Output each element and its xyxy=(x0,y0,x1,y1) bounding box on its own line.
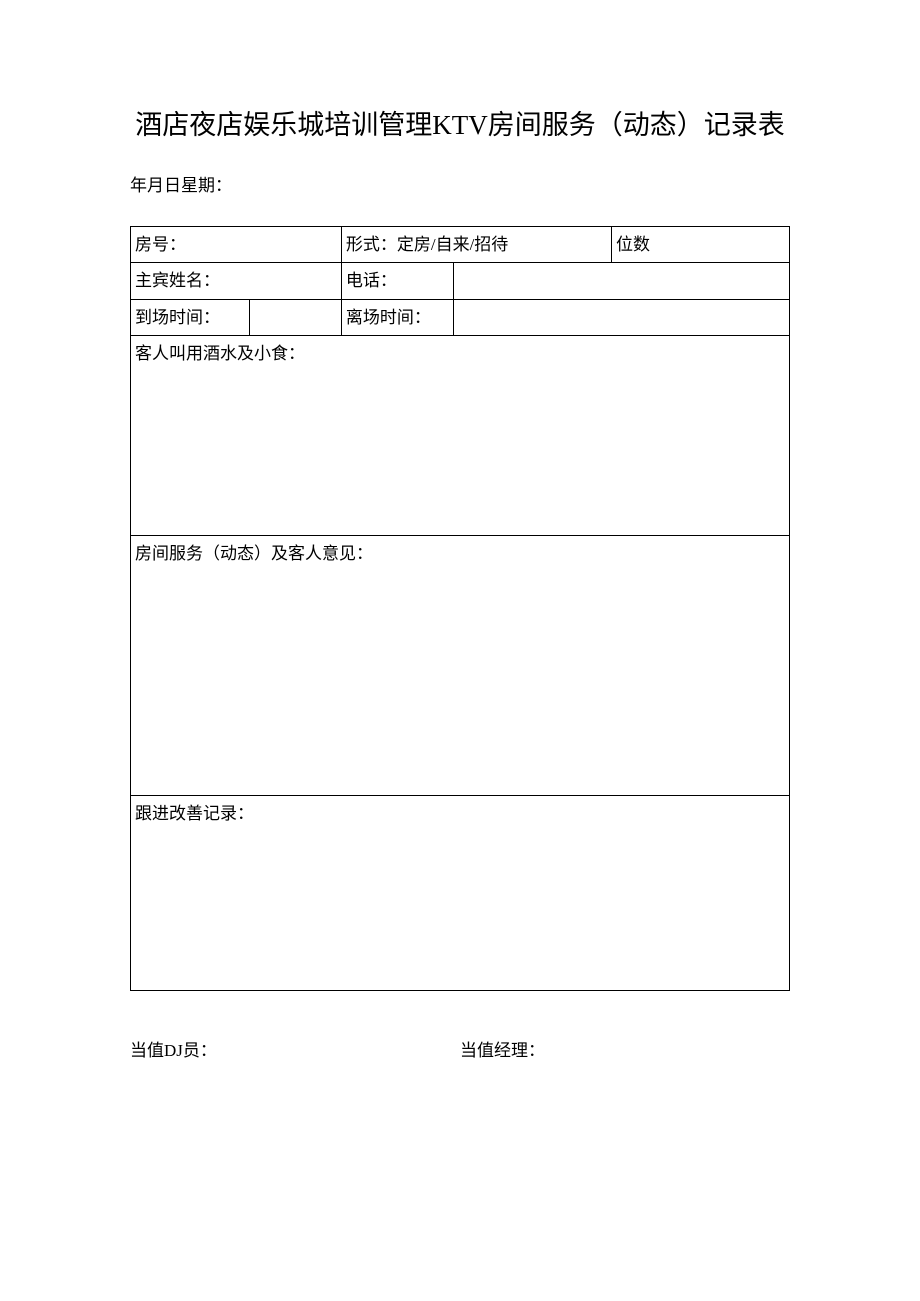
followup-record-label: 跟进改善记录： xyxy=(135,804,254,823)
seats-label: 位数 xyxy=(616,235,650,254)
manager-signature-label: 当值经理： xyxy=(460,1041,545,1060)
drinks-snacks-label: 客人叫用酒水及小食： xyxy=(135,344,305,363)
table-row: 主宾姓名： 电话： xyxy=(131,263,790,299)
leave-time-label: 离场时间： xyxy=(346,308,431,327)
room-number-label: 房号： xyxy=(135,235,186,254)
date-label: 年月日星期： xyxy=(130,171,790,196)
phone-label: 电话： xyxy=(346,271,397,290)
table-row: 房号： 形式：定房/自来/招待 位数 xyxy=(131,227,790,263)
table-row: 客人叫用酒水及小食： xyxy=(131,335,790,535)
signature-line: 当值DJ员： 当值经理： xyxy=(130,1036,790,1061)
service-record-table: 房号： 形式：定房/自来/招待 位数 主宾姓名： 电话： 到场时间： 离场时间：… xyxy=(130,226,790,991)
booking-type-label: 形式：定房/自来/招待 xyxy=(346,235,508,254)
room-service-feedback-label: 房间服务（动态）及客人意见： xyxy=(135,544,373,563)
document-title: 酒店夜店娱乐城培训管理KTV房间服务（动态）记录表 xyxy=(130,100,790,151)
table-row: 房间服务（动态）及客人意见： xyxy=(131,535,790,795)
table-row: 到场时间： 离场时间： xyxy=(131,299,790,335)
table-row: 跟进改善记录： xyxy=(131,795,790,990)
arrive-time-label: 到场时间： xyxy=(135,308,220,327)
dj-signature-label: 当值DJ员： xyxy=(130,1041,217,1060)
guest-name-label: 主宾姓名： xyxy=(135,271,220,290)
